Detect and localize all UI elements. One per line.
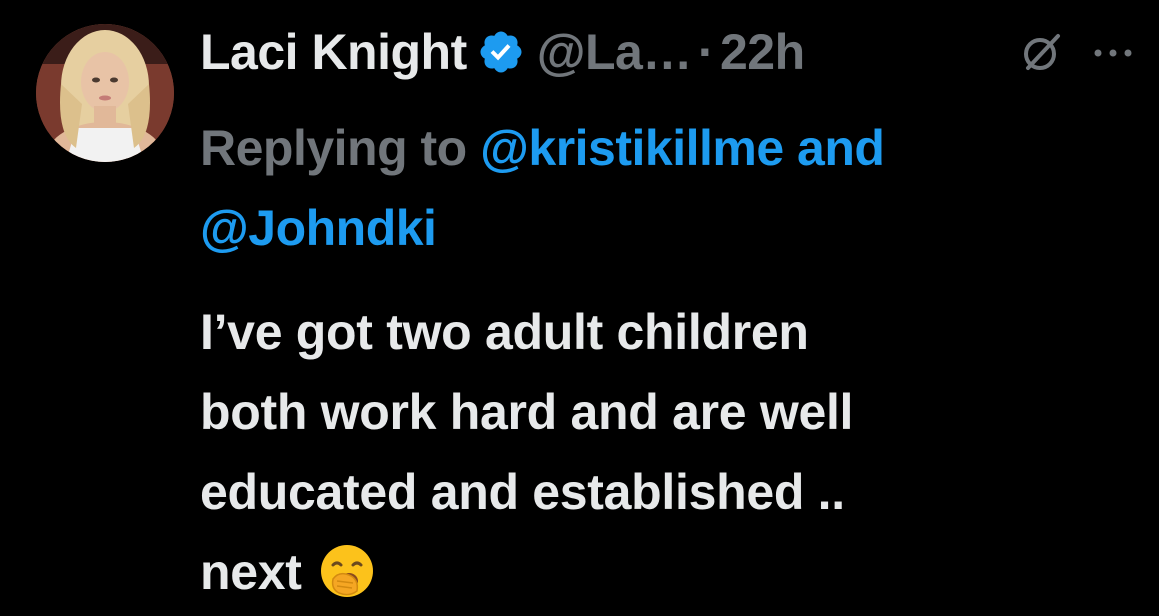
timestamp[interactable]: 22h [720, 23, 805, 81]
separator-dot: · [697, 24, 715, 80]
tweet-text: I’ve got two adult children both work ha… [200, 292, 1120, 612]
mention-link[interactable]: @kristikillme [480, 120, 784, 176]
tweet-text-line: I’ve got two adult children [200, 304, 809, 360]
grok-icon[interactable] [1018, 28, 1066, 76]
tweet-text-line: both work hard and are well [200, 384, 854, 440]
mention-link[interactable]: @Johndki [200, 200, 437, 256]
verified-badge-icon[interactable] [477, 28, 525, 76]
author-display-name[interactable]: Laci Knight [200, 23, 467, 81]
more-options-icon[interactable] [1093, 48, 1133, 58]
replying-to-conjunction[interactable]: and [797, 120, 885, 176]
tweet-text-line: educated and established .. [200, 464, 845, 520]
replying-to: Replying to @kristikillme and @Johndki [200, 108, 1130, 268]
tweet-header: Laci Knight @La… · 22h [200, 12, 805, 92]
author-handle[interactable]: @La… [537, 23, 693, 81]
tweet-text-line-last: next [200, 532, 1120, 612]
replying-to-label: Replying to [200, 120, 467, 176]
yawning-face-emoji-icon [321, 545, 374, 597]
tweet-text-word: next [200, 544, 302, 600]
avatar-image [36, 24, 174, 162]
avatar[interactable] [36, 24, 174, 162]
tweet[interactable]: Laci Knight @La… · 22h Replying to @kris… [0, 0, 1159, 616]
